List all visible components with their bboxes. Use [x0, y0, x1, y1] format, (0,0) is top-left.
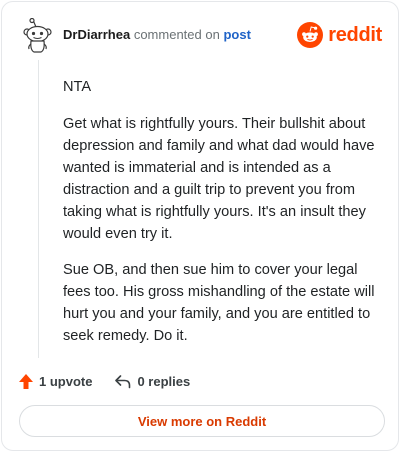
embedded-comment-card: DrDiarrhea commented on post reddit NTA …	[1, 1, 399, 451]
replies-count: 0 replies	[137, 373, 191, 389]
post-link[interactable]: post	[223, 27, 250, 42]
comment-paragraph: NTA	[63, 79, 92, 95]
action-text: commented on	[133, 27, 220, 42]
comment-actions: 1 upvote 0 replies	[18, 370, 190, 392]
comment-paragraph: Get what is rightfully yours. Their bull…	[63, 116, 375, 242]
thread-line	[38, 60, 39, 358]
username-link[interactable]: DrDiarrhea	[63, 27, 130, 42]
upvote-button[interactable]: 1 upvote	[18, 373, 92, 390]
reddit-wordmark: reddit	[328, 23, 382, 46]
reddit-snoo-icon	[297, 22, 324, 48]
upvote-count: 1 upvote	[39, 373, 93, 389]
upvote-arrow-icon	[19, 373, 33, 389]
comment-paragraph: Sue OB, and then sue him to cover your l…	[63, 262, 375, 344]
comment-header: DrDiarrhea commented on post	[63, 27, 251, 43]
replies-button[interactable]: 0 replies	[114, 374, 190, 389]
view-more-button[interactable]: View more on Reddit	[19, 405, 385, 437]
view-more-label: View more on Reddit	[137, 413, 267, 429]
comment-body: NTA Get what is rightfully yours. Their …	[63, 76, 389, 361]
snoo-avatar-icon[interactable]	[22, 17, 54, 54]
reddit-brand[interactable]: reddit	[297, 22, 382, 48]
reply-arrow-icon	[115, 374, 131, 388]
